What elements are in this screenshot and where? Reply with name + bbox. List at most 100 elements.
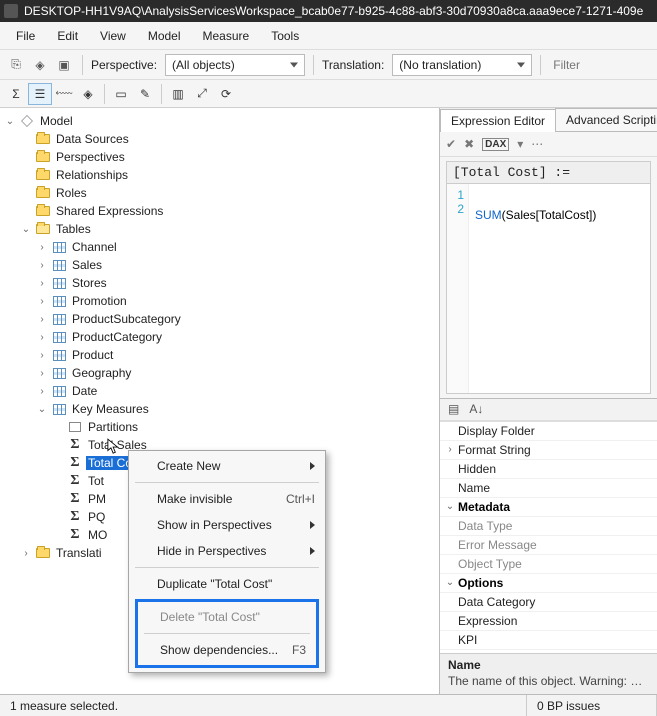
view-cube[interactable]: ◈ — [76, 83, 100, 105]
tree-label: Model — [38, 114, 75, 128]
ctx-delete[interactable]: Delete "Total Cost" — [138, 604, 316, 630]
node-folder[interactable]: Relationships — [2, 166, 437, 184]
node-table[interactable]: ›Stores — [2, 274, 437, 292]
perspective-combo[interactable]: (All objects) — [165, 54, 305, 76]
expand-icon[interactable]: › — [36, 350, 48, 361]
node-table[interactable]: ›ProductCategory — [2, 328, 437, 346]
ctx-make-invisible[interactable]: Make invisibleCtrl+I — [129, 486, 325, 512]
cancel-icon[interactable]: ✖ — [464, 137, 474, 151]
dax-icon[interactable]: DAX — [482, 138, 509, 151]
expand-icon[interactable]: › — [36, 242, 48, 253]
expand-icon[interactable]: › — [36, 332, 48, 343]
node-table[interactable]: ›Geography — [2, 364, 437, 382]
node-folder[interactable]: Data Sources — [2, 130, 437, 148]
prop-kpi[interactable]: KPI — [456, 633, 657, 647]
ctx-show-dependencies[interactable]: Show dependencies...F3 — [138, 637, 316, 663]
menu-edit[interactable]: Edit — [47, 25, 88, 47]
prop-data-category[interactable]: Data Category — [456, 595, 657, 609]
tree-label: PM — [86, 492, 108, 506]
table-icon — [51, 348, 67, 362]
node-table[interactable]: ›Channel — [2, 238, 437, 256]
translation-combo[interactable]: (No translation) — [392, 54, 532, 76]
ctx-hide-perspectives[interactable]: Hide in Perspectives — [129, 538, 325, 564]
expand-icon[interactable]: ⌄ — [4, 116, 16, 127]
node-table[interactable]: ›ProductSubcategory — [2, 310, 437, 328]
view-expand[interactable]: ⤢ — [190, 83, 214, 105]
expand-icon[interactable]: › — [20, 548, 32, 559]
folder-icon — [35, 222, 51, 236]
ctx-show-perspectives[interactable]: Show in Perspectives — [129, 512, 325, 538]
toolbar-extra-1[interactable]: ⋯ — [531, 137, 543, 151]
ctx-create-new[interactable]: Create New — [129, 453, 325, 479]
node-folder[interactable]: Shared Expressions — [2, 202, 437, 220]
folder-icon — [35, 150, 51, 164]
view-toolbar: Σ ☰ ⬳ ◈ ▭ ✎ ▥ ⤢ ⟳ — [0, 80, 657, 108]
formula-header: [Total Cost] := — [446, 161, 651, 184]
prop-cat-icon[interactable]: ▤ — [448, 402, 459, 416]
node-tables[interactable]: ⌄Tables — [2, 220, 437, 238]
view-edit[interactable]: ✎ — [133, 83, 157, 105]
separator — [82, 55, 83, 75]
view-sigma[interactable]: Σ — [4, 83, 28, 105]
prop-object-type[interactable]: Object Type — [456, 557, 657, 571]
node-table[interactable]: ›Date — [2, 382, 437, 400]
node-key-measures[interactable]: ⌄ Key Measures — [2, 400, 437, 418]
app-icon — [4, 4, 18, 18]
format-icon[interactable]: ▾ — [517, 137, 523, 151]
filter-input[interactable] — [549, 54, 609, 76]
expand-icon[interactable]: › — [36, 314, 48, 325]
menu-model[interactable]: Model — [138, 25, 191, 47]
menu-view[interactable]: View — [90, 25, 136, 47]
view-hierarchy[interactable]: ⬳ — [52, 83, 76, 105]
expand-icon[interactable]: ⌄ — [36, 404, 48, 415]
right-panel: Expression Editor Advanced Scripting ✔ ✖… — [440, 108, 657, 694]
toolbar-btn-1[interactable]: ⎘ — [6, 55, 26, 75]
properties-grid[interactable]: Display Folder ›Format String Hidden Nam… — [440, 421, 657, 654]
expand-icon[interactable]: › — [36, 368, 48, 379]
prop-data-type[interactable]: Data Type — [456, 519, 657, 533]
toolbar-btn-3[interactable]: ▣ — [54, 55, 74, 75]
prop-hidden[interactable]: Hidden — [456, 462, 657, 476]
perspective-label: Perspective: — [91, 58, 157, 72]
view-list[interactable]: ☰ — [28, 83, 52, 105]
separator — [540, 55, 541, 75]
separator — [313, 55, 314, 75]
expand-icon[interactable]: › — [36, 278, 48, 289]
tab-advanced-scripting[interactable]: Advanced Scripting — [555, 108, 657, 131]
prop-format-string[interactable]: Format String — [456, 443, 657, 457]
model-tree[interactable]: ⌄ Model Data SourcesPerspectivesRelationsh… — [0, 108, 439, 694]
node-folder[interactable]: Perspectives — [2, 148, 437, 166]
node-table[interactable]: ›Sales — [2, 256, 437, 274]
expand-icon[interactable]: › — [36, 386, 48, 397]
expand-icon[interactable]: ⌄ — [20, 224, 32, 235]
translation-value: (No translation) — [399, 58, 481, 72]
code-area[interactable]: SUM(Sales[TotalCost]) — [469, 184, 602, 393]
prop-name[interactable]: Name — [456, 481, 657, 495]
menu-file[interactable]: File — [6, 25, 45, 47]
expand-icon[interactable]: › — [36, 296, 48, 307]
node-table[interactable]: ›Promotion — [2, 292, 437, 310]
dax-editor[interactable]: 12 SUM(Sales[TotalCost]) — [446, 184, 651, 394]
node-partitions[interactable]: Partitions — [2, 418, 437, 436]
node-table[interactable]: ›Product — [2, 346, 437, 364]
menu-measure[interactable]: Measure — [193, 25, 260, 47]
folder-icon — [35, 546, 51, 560]
tab-expression-editor[interactable]: Expression Editor — [440, 109, 556, 132]
node-model[interactable]: ⌄ Model — [2, 112, 437, 130]
tree-label: Key Measures — [70, 402, 151, 416]
ctx-duplicate[interactable]: Duplicate "Total Cost" — [129, 571, 325, 597]
view-columns[interactable]: ▥ — [166, 83, 190, 105]
node-folder[interactable]: Roles — [2, 184, 437, 202]
view-window[interactable]: ▭ — [109, 83, 133, 105]
prop-header-metadata[interactable]: Metadata — [456, 500, 657, 514]
prop-sort-icon[interactable]: A↓ — [469, 402, 483, 416]
prop-error-message[interactable]: Error Message — [456, 538, 657, 552]
prop-expression[interactable]: Expression — [456, 614, 657, 628]
prop-display-folder[interactable]: Display Folder — [456, 424, 657, 438]
accept-icon[interactable]: ✔ — [446, 137, 456, 151]
expand-icon[interactable]: › — [36, 260, 48, 271]
view-refresh[interactable]: ⟳ — [214, 83, 238, 105]
prop-header-options[interactable]: Options — [456, 576, 657, 590]
toolbar-btn-2[interactable]: ◈ — [30, 55, 50, 75]
menu-tools[interactable]: Tools — [261, 25, 309, 47]
